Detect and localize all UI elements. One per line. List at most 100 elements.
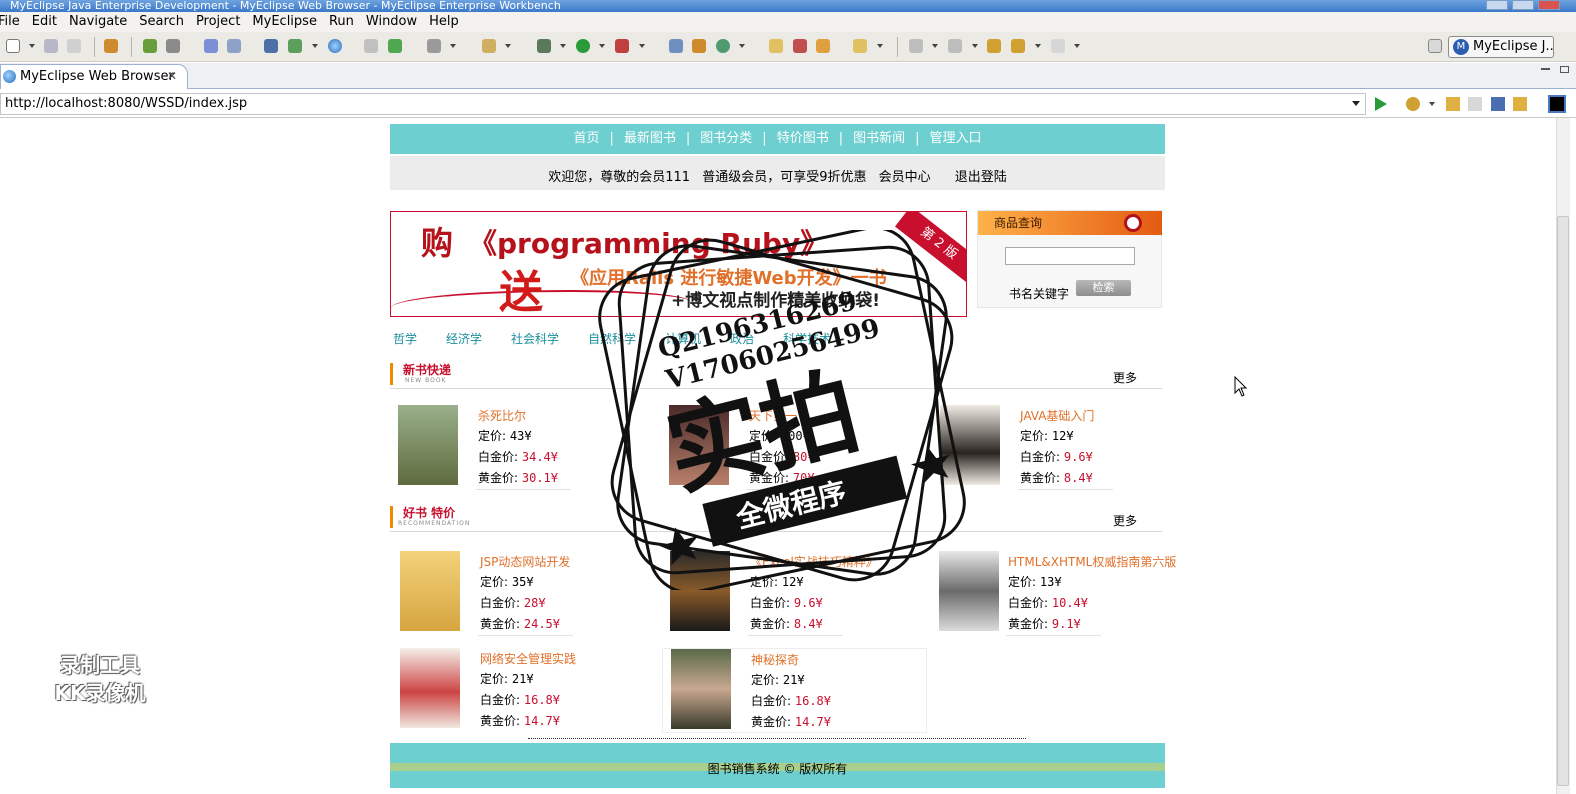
browser-refresh-icon[interactable] <box>1513 97 1527 111</box>
book-title[interactable]: JAVA基础入门 <box>1020 407 1094 424</box>
nav-categories[interactable]: 图书分类 <box>700 131 752 146</box>
category-social-science[interactable]: 社会科学 <box>511 332 559 346</box>
book-cover[interactable] <box>669 405 729 485</box>
close-tab-icon[interactable]: ✕ <box>167 65 177 88</box>
next-annotation-icon[interactable] <box>909 39 923 53</box>
web-browser-icon[interactable] <box>328 39 342 53</box>
nav-news[interactable]: 图书新闻 <box>853 131 905 146</box>
run-icon[interactable] <box>576 39 590 53</box>
book-cover[interactable] <box>400 551 460 631</box>
refresh-icon[interactable] <box>388 39 402 53</box>
book-card[interactable]: 天下第一 定价: 100¥ 白金价: 80¥ 黄金价: 70¥ <box>661 405 926 490</box>
nav-special-books[interactable]: 特价图书 <box>777 131 829 146</box>
book-card[interactable]: 杀死比尔 定价: 43¥ 白金价: 34.4¥ 黄金价: 30.1¥ <box>390 405 655 490</box>
print-icon[interactable] <box>67 39 81 53</box>
forward-dropdown-icon[interactable] <box>1074 44 1080 48</box>
open-task-icon[interactable] <box>793 39 807 53</box>
book-card[interactable]: JAVA基础入门 定价: 12¥ 白金价: 9.6¥ 黄金价: 8.4¥ <box>932 405 1197 490</box>
server-icon[interactable] <box>166 39 180 53</box>
book-title[interactable]: JSP动态网站开发 <box>480 553 570 570</box>
menu-myeclipse[interactable]: MyEclipse <box>252 12 317 32</box>
menu-navigate[interactable]: Navigate <box>69 12 127 32</box>
camera-dropdown-icon[interactable] <box>450 44 456 48</box>
wizard-icon[interactable] <box>204 39 218 53</box>
promo-banner[interactable]: 购 《programming Ruby》 送 《应用Rails 进行敏捷Web开… <box>390 211 967 317</box>
book-card[interactable]: JSP动态网站开发 定价: 35¥ 白金价: 28¥ 黄金价: 24.5¥ <box>392 551 657 636</box>
nav-new-books[interactable]: 最新图书 <box>624 131 676 146</box>
export-icon[interactable] <box>288 39 302 53</box>
logout-link[interactable]: 退出登陆 <box>955 170 1007 185</box>
task-dropdown-icon[interactable] <box>505 44 511 48</box>
book-cover[interactable] <box>670 551 730 631</box>
debug-dropdown-icon[interactable] <box>560 44 566 48</box>
new-books-more-link[interactable]: 更多 <box>1113 369 1137 386</box>
nav-home[interactable]: 首页 <box>573 131 599 146</box>
go-icon[interactable] <box>1375 97 1387 111</box>
maximize-view-icon[interactable] <box>1560 66 1569 73</box>
tab-myeclipse-web-browser[interactable]: MyEclipse Web Browser ✕ <box>0 64 188 89</box>
category-politics[interactable]: 政治 <box>730 332 754 346</box>
book-cover[interactable] <box>398 405 458 485</box>
back-dropdown-icon[interactable] <box>1035 44 1041 48</box>
next-annotation-dropdown-icon[interactable] <box>932 44 938 48</box>
category-natural-science[interactable]: 自然科学 <box>588 332 636 346</box>
book-cover[interactable] <box>671 649 731 729</box>
previous-annotation-dropdown-icon[interactable] <box>972 44 978 48</box>
book-title[interactable]: 天下第一 <box>749 407 797 424</box>
book-name-search-input[interactable] <box>1005 247 1135 265</box>
category-computer[interactable]: 计算机 <box>665 332 701 346</box>
run-dropdown-icon[interactable] <box>599 44 605 48</box>
menu-file[interactable]: File <box>0 12 20 32</box>
save-icon[interactable] <box>44 39 58 53</box>
new-package-icon[interactable] <box>692 39 706 53</box>
book-card[interactable]: HTML&XHTML权威指南第六版 定价: 13¥ 白金价: 10.4¥ 黄金价… <box>931 551 1196 636</box>
open-folder-icon[interactable] <box>364 39 378 53</box>
category-philosophy[interactable]: 哲学 <box>393 332 417 346</box>
book-title[interactable]: 网络安全管理实践 <box>480 650 576 667</box>
search-button[interactable]: 检索 <box>1076 280 1131 296</box>
stop-icon[interactable] <box>1491 97 1505 111</box>
search-folder-icon[interactable] <box>853 39 867 53</box>
camera-icon[interactable] <box>427 39 441 53</box>
nav-admin[interactable]: 管理入口 <box>930 131 982 146</box>
book-cover[interactable] <box>940 405 1000 485</box>
book-cover[interactable] <box>939 551 999 631</box>
special-books-more-link[interactable]: 更多 <box>1113 512 1137 529</box>
new-interface-icon[interactable] <box>716 39 730 53</box>
display-icon[interactable] <box>1548 95 1566 113</box>
search-dropdown-icon[interactable] <box>877 44 883 48</box>
maximize-button[interactable] <box>1512 0 1534 10</box>
minimize-button[interactable] <box>1486 0 1508 10</box>
edit-wizard-icon[interactable] <box>227 39 241 53</box>
browser-forward-icon[interactable] <box>1468 97 1482 111</box>
menu-search[interactable]: Search <box>139 12 184 32</box>
book-title[interactable]: 《Excel实战技巧精粹》 <box>750 553 878 570</box>
menu-window[interactable]: Window <box>366 12 417 32</box>
forward-icon[interactable] <box>1051 39 1065 53</box>
external-tools-dropdown-icon[interactable] <box>639 44 645 48</box>
search-files-icon[interactable] <box>816 39 830 53</box>
package-icon[interactable] <box>104 39 118 53</box>
url-input[interactable]: http://localhost:8080/WSSD/index.jsp <box>0 93 1366 115</box>
last-edit-icon[interactable] <box>987 39 1001 53</box>
deploy-icon[interactable] <box>143 39 157 53</box>
open-perspective-icon[interactable] <box>1428 39 1442 53</box>
new-class-icon[interactable] <box>669 39 683 53</box>
debug-icon[interactable] <box>537 39 551 53</box>
scrollbar-thumb[interactable] <box>1557 216 1569 786</box>
book-title[interactable]: 神秘探奇 <box>751 651 799 668</box>
structure-icon[interactable] <box>264 39 278 53</box>
open-type-icon[interactable] <box>769 39 783 53</box>
book-title[interactable]: HTML&XHTML权威指南第六版 <box>1008 553 1176 570</box>
book-title[interactable]: 杀死比尔 <box>478 407 526 424</box>
category-technology[interactable]: 科学技术 <box>783 332 831 346</box>
new-dropdown-icon-2[interactable] <box>739 44 745 48</box>
external-tools-icon[interactable] <box>615 39 629 53</box>
menu-project[interactable]: Project <box>196 12 240 32</box>
menu-edit[interactable]: Edit <box>32 12 57 32</box>
browser-back-icon[interactable] <box>1446 97 1460 111</box>
book-cover[interactable] <box>400 648 460 728</box>
export-dropdown-icon[interactable] <box>312 44 318 48</box>
favorites-icon[interactable] <box>1406 97 1420 111</box>
new-icon[interactable] <box>6 39 20 53</box>
